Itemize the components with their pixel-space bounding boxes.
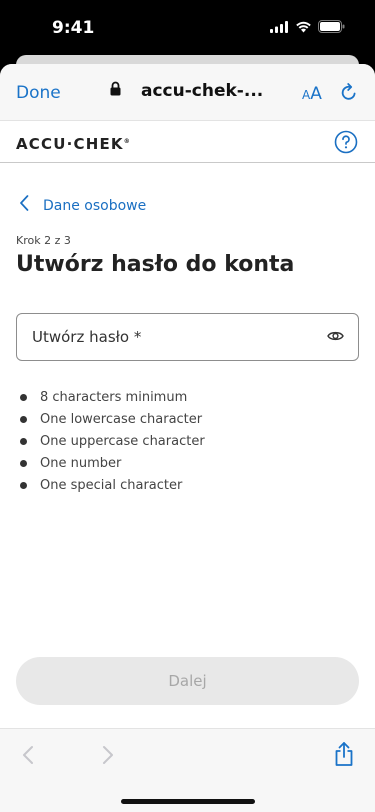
requirement-text: 8 characters minimum: [40, 389, 188, 405]
safari-address-bar: Done accu-chek-... AA: [0, 64, 375, 121]
bullet-icon: [20, 481, 27, 489]
safari-toolbar: [0, 728, 375, 812]
logo-text: ACCU·CHEK: [16, 135, 124, 153]
help-circle-icon[interactable]: [334, 130, 358, 159]
bullet-icon: [20, 459, 27, 467]
back-link[interactable]: Dane osobowe: [20, 195, 146, 216]
share-icon[interactable]: [334, 741, 354, 772]
signal-icon: [270, 20, 289, 38]
url-text: accu-chek-...: [141, 81, 264, 101]
requirement-item: One special character: [20, 474, 205, 496]
home-indicator: [121, 799, 255, 804]
requirement-text: One special character: [40, 477, 183, 493]
browser-forward-icon[interactable]: [102, 745, 114, 770]
status-icons: [270, 20, 345, 38]
bullet-icon: [20, 415, 27, 423]
requirement-text: One uppercase character: [40, 433, 205, 449]
text-size-large: A: [310, 84, 322, 104]
eye-icon[interactable]: [327, 329, 344, 348]
password-placeholder: Utwórz hasło *: [32, 328, 142, 346]
bullet-icon: [20, 437, 27, 445]
next-button[interactable]: Dalej: [16, 657, 359, 705]
browser-back-icon[interactable]: [22, 745, 34, 770]
browser-sheet: Done accu-chek-... AA ACCU·CHEK® Dane os…: [0, 64, 375, 812]
logo-registered-mark: ®: [123, 138, 131, 145]
password-field[interactable]: Utwórz hasło *: [16, 313, 359, 361]
requirement-item: One lowercase character: [20, 408, 205, 430]
text-size-small: A: [302, 88, 311, 102]
done-button[interactable]: Done: [16, 83, 61, 103]
battery-icon: [318, 20, 345, 38]
text-size-button[interactable]: AA: [302, 84, 322, 104]
back-link-label: Dane osobowe: [43, 197, 147, 214]
status-time: 9:41: [52, 18, 95, 38]
status-bar: 9:41: [0, 0, 375, 54]
wifi-icon: [295, 20, 312, 38]
reload-icon[interactable]: [340, 82, 358, 107]
requirement-text: One number: [40, 455, 122, 471]
accu-chek-logo[interactable]: ACCU·CHEK®: [16, 135, 131, 153]
requirement-text: One lowercase character: [40, 411, 203, 427]
chevron-left-icon: [20, 195, 29, 216]
bullet-icon: [20, 393, 27, 401]
lock-icon: [110, 81, 121, 101]
password-requirements: 8 characters minimum One lowercase chara…: [20, 386, 205, 496]
url-field[interactable]: accu-chek-...: [110, 81, 263, 101]
requirement-item: 8 characters minimum: [20, 386, 205, 408]
site-header: ACCU·CHEK®: [0, 121, 375, 163]
requirement-item: One number: [20, 452, 205, 474]
requirement-item: One uppercase character: [20, 430, 205, 452]
page-title: Utwórz hasło do konta: [16, 252, 295, 277]
step-indicator: Krok 2 z 3: [16, 234, 71, 247]
